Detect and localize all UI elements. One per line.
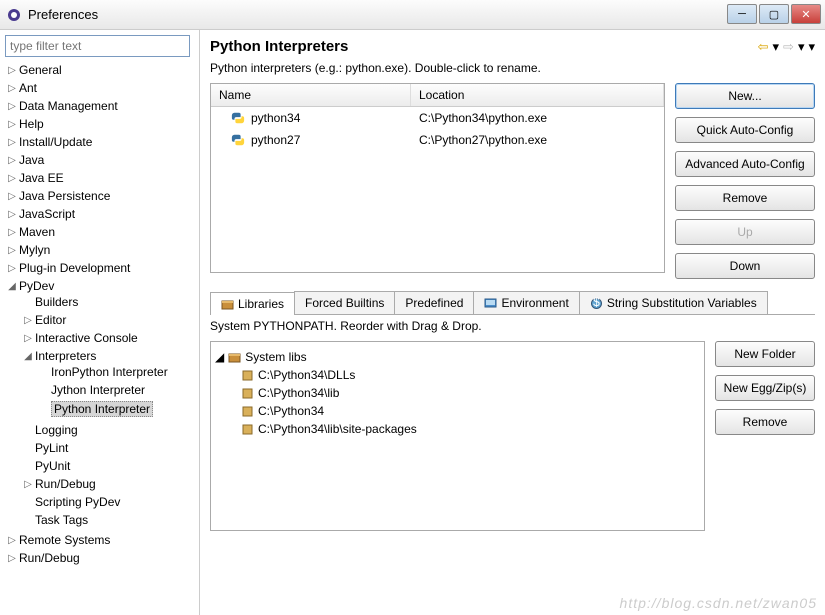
jar-icon <box>241 387 254 400</box>
lib-item[interactable]: C:\Python34\DLLs <box>241 366 700 384</box>
window-title: Preferences <box>28 7 98 22</box>
tab-environment[interactable]: Environment <box>473 291 579 314</box>
app-icon <box>6 7 22 23</box>
python-icon <box>231 133 245 147</box>
tree-item[interactable]: ▷Interactive Console <box>21 331 194 345</box>
table-row[interactable]: python27 C:\Python27\python.exe <box>211 129 664 151</box>
tree-item[interactable]: Jython Interpreter <box>37 383 194 397</box>
tree-item[interactable]: ▷Data Management <box>5 99 194 113</box>
table-row[interactable]: python34 C:\Python34\python.exe <box>211 107 664 129</box>
advanced-auto-config-button[interactable]: Advanced Auto-Config <box>675 151 815 177</box>
libraries-icon <box>228 351 241 364</box>
tab-libraries[interactable]: Libraries <box>210 292 295 315</box>
filter-input[interactable] <box>5 35 190 57</box>
tree-item[interactable]: ▷Help <box>5 117 194 131</box>
page-desc: Python interpreters (e.g.: python.exe). … <box>210 61 815 75</box>
tree-item[interactable]: ▷Java <box>5 153 194 167</box>
right-panel: Python Interpreters ⇦ ▾ ⇨ ▾ ▾ Python int… <box>200 30 825 615</box>
svg-text:$: $ <box>593 297 600 309</box>
tab-predefined[interactable]: Predefined <box>394 291 474 314</box>
tab-bar: Libraries Forced Builtins Predefined Env… <box>210 291 815 315</box>
page-title: Python Interpreters <box>210 38 348 55</box>
tree-item-pydev[interactable]: ◢PyDev <box>5 279 194 293</box>
environment-icon <box>484 297 497 310</box>
tree-item[interactable]: ▷General <box>5 63 194 77</box>
tree-item[interactable]: ▷Remote Systems <box>5 533 194 547</box>
remove-interpreter-button[interactable]: Remove <box>675 185 815 211</box>
page-menu-icon[interactable]: ▾ <box>808 39 815 55</box>
col-name[interactable]: Name <box>211 84 411 106</box>
lib-item[interactable]: C:\Python34\lib <box>241 384 700 402</box>
interpreters-table[interactable]: Name Location python34 C:\Python34\pytho… <box>210 83 665 273</box>
up-button[interactable]: Up <box>675 219 815 245</box>
tree-item-system-libs[interactable]: ◢System libs <box>215 348 700 366</box>
forward-icon[interactable]: ⇨ <box>783 39 794 55</box>
tree-item[interactable]: ▷Editor <box>21 313 194 327</box>
python-icon <box>231 111 245 125</box>
jar-icon <box>241 405 254 418</box>
tree-item[interactable]: ▷Run/Debug <box>21 477 194 491</box>
jar-icon <box>241 423 254 436</box>
tree-item-python-interpreter[interactable]: Python Interpreter <box>37 401 194 417</box>
preferences-tree[interactable]: ▷General ▷Ant ▷Data Management ▷Help ▷In… <box>5 61 194 567</box>
tree-item[interactable]: IronPython Interpreter <box>37 365 194 379</box>
new-egg-zip-button[interactable]: New Egg/Zip(s) <box>715 375 815 401</box>
back-icon[interactable]: ⇦ <box>758 39 769 55</box>
tree-item[interactable]: ▷Ant <box>5 81 194 95</box>
title-bar: Preferences ─ ▢ ✕ <box>0 0 825 30</box>
tree-item[interactable]: ▷Java EE <box>5 171 194 185</box>
tree-item-interpreters[interactable]: ◢Interpreters <box>21 349 194 363</box>
watermark: http://blog.csdn.net/zwan05 <box>620 595 817 611</box>
tree-item[interactable]: ▷Plug-in Development <box>5 261 194 275</box>
down-button[interactable]: Down <box>675 253 815 279</box>
tree-item[interactable]: PyUnit <box>21 459 194 473</box>
tree-item[interactable]: Logging <box>21 423 194 437</box>
libraries-icon <box>221 298 234 311</box>
tab-forced-builtins[interactable]: Forced Builtins <box>294 291 395 314</box>
tab-string-substitution[interactable]: $String Substitution Variables <box>579 291 768 314</box>
tree-item[interactable]: Scripting PyDev <box>21 495 194 509</box>
lib-item[interactable]: C:\Python34 <box>241 402 700 420</box>
quick-auto-config-button[interactable]: Quick Auto-Config <box>675 117 815 143</box>
pythonpath-desc: System PYTHONPATH. Reorder with Drag & D… <box>210 319 815 333</box>
close-button[interactable]: ✕ <box>791 4 821 24</box>
tree-item[interactable]: ▷JavaScript <box>5 207 194 221</box>
page-nav-icons: ⇦ ▾ ⇨ ▾ ▾ <box>758 39 815 55</box>
back-menu-icon[interactable]: ▾ <box>773 39 780 55</box>
tree-item[interactable]: ▷Run/Debug <box>5 551 194 565</box>
tree-item[interactable]: Builders <box>21 295 194 309</box>
tree-item[interactable]: ▷Java Persistence <box>5 189 194 203</box>
tree-item[interactable]: Task Tags <box>21 513 194 527</box>
jar-icon <box>241 369 254 382</box>
new-folder-button[interactable]: New Folder <box>715 341 815 367</box>
tree-item[interactable]: PyLint <box>21 441 194 455</box>
tree-item[interactable]: ▷Install/Update <box>5 135 194 149</box>
tree-item[interactable]: ▷Mylyn <box>5 243 194 257</box>
variable-icon: $ <box>590 297 603 310</box>
col-location[interactable]: Location <box>411 84 664 106</box>
new-button[interactable]: New... <box>675 83 815 109</box>
remove-lib-button[interactable]: Remove <box>715 409 815 435</box>
forward-menu-icon[interactable]: ▾ <box>798 39 805 55</box>
libraries-tree[interactable]: ◢System libs C:\Python34\DLLs C:\Python3… <box>210 341 705 531</box>
maximize-button[interactable]: ▢ <box>759 4 789 24</box>
minimize-button[interactable]: ─ <box>727 4 757 24</box>
lib-item[interactable]: C:\Python34\lib\site-packages <box>241 420 700 438</box>
left-panel: ▷General ▷Ant ▷Data Management ▷Help ▷In… <box>0 30 200 615</box>
tree-item[interactable]: ▷Maven <box>5 225 194 239</box>
